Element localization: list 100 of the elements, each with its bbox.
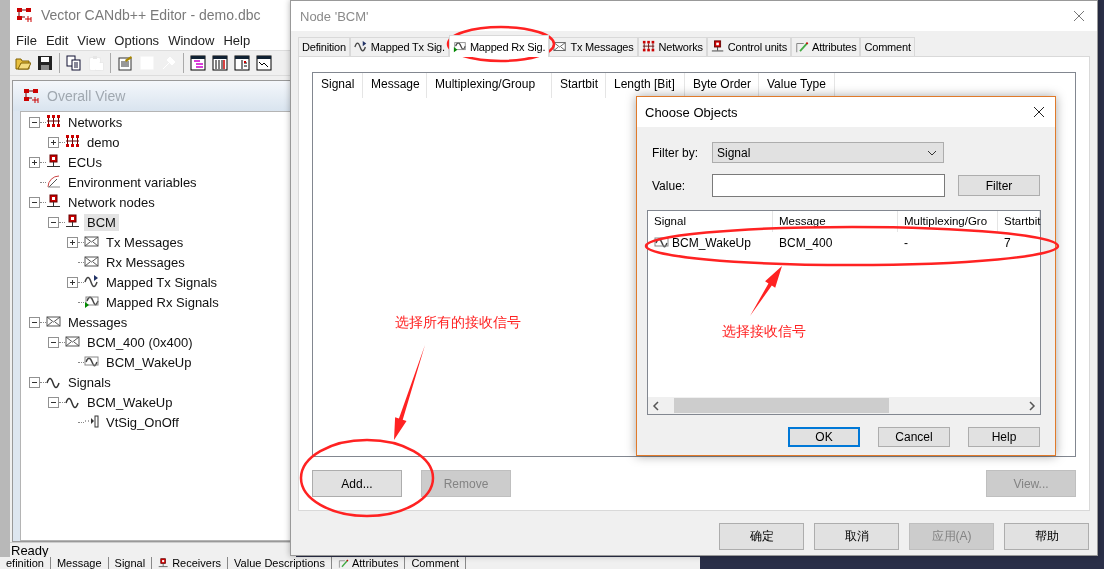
menu-item[interactable]: Edit (43, 32, 76, 48)
tree-item[interactable]: Tx Messages (103, 233, 187, 251)
tab[interactable]: Control units (706, 37, 791, 56)
tab-label: Message (56, 557, 102, 569)
dialog-button[interactable]: OK (788, 427, 860, 447)
tab[interactable]: Comment (860, 37, 915, 56)
network-icon (65, 134, 81, 150)
scroll-left-icon[interactable] (652, 400, 660, 411)
tree-item[interactable]: BCM (84, 213, 119, 231)
menu-item[interactable]: File (14, 32, 44, 48)
tree-item[interactable]: VtSig_OnOff (103, 413, 182, 431)
pencil-icon (337, 557, 349, 569)
envelope-icon (84, 234, 100, 250)
tab[interactable]: efinition (0, 557, 51, 569)
tree-item[interactable]: Rx Messages (103, 253, 188, 271)
tree-item[interactable]: Messages (65, 313, 131, 331)
tree-view-icon[interactable] (190, 55, 206, 71)
open-folder-icon[interactable] (15, 55, 31, 71)
expand-toggle[interactable] (67, 236, 78, 248)
annotation-label: 选择接收信号 (722, 323, 806, 341)
menu-item[interactable]: Help (221, 32, 258, 48)
copy-icon[interactable] (66, 55, 82, 71)
split-view-icon[interactable] (234, 55, 250, 71)
value-table-icon (84, 414, 100, 430)
tree-item[interactable]: Mapped Tx Signals (103, 273, 221, 291)
expand-toggle[interactable] (48, 136, 59, 148)
tab[interactable]: Signal (108, 557, 153, 569)
tree-item[interactable]: Signals (65, 373, 114, 391)
tree-item[interactable]: BCM_400 (0x400) (84, 333, 196, 351)
app-logo-icon (23, 88, 41, 104)
save-icon[interactable] (37, 55, 53, 71)
close-icon[interactable] (1033, 106, 1045, 118)
horizontal-scrollbar[interactable] (648, 397, 1040, 414)
node-icon (46, 154, 62, 170)
column-header[interactable]: Message (363, 73, 427, 98)
menu-item[interactable]: Options (112, 32, 167, 48)
dialog-button[interactable]: Help (968, 427, 1040, 447)
column-header[interactable]: Multiplexing/Group (427, 73, 552, 98)
column-view-icon[interactable] (212, 55, 228, 71)
expand-toggle[interactable] (67, 276, 78, 288)
tab[interactable]: Definition (298, 37, 350, 56)
filter-button[interactable]: Filter (958, 175, 1040, 196)
dialog-button[interactable]: 取消 (814, 523, 899, 550)
envelope-icon (46, 314, 62, 330)
menu-item[interactable]: View (75, 32, 113, 48)
tab[interactable]: Tx Messages (549, 37, 638, 56)
tree-item[interactable]: Networks (65, 113, 126, 131)
tab[interactable]: Mapped Rx Sig. (448, 35, 550, 57)
collapse-toggle[interactable] (29, 116, 40, 128)
scroll-right-icon[interactable] (1028, 400, 1036, 411)
column-header[interactable]: Message (773, 211, 898, 232)
column-header[interactable]: Multiplexing/Gro (898, 211, 998, 232)
signal-wave-icon (353, 40, 368, 54)
node-icon (158, 557, 170, 569)
dialog-button[interactable]: Cancel (878, 427, 950, 447)
tab-label: Receivers (172, 557, 222, 569)
value-field[interactable] (712, 174, 945, 197)
menu-item[interactable]: Window (166, 32, 222, 48)
tab[interactable]: Attributes (331, 557, 406, 569)
column-header[interactable]: Startbit (552, 73, 606, 98)
node-icon (65, 214, 81, 230)
collapse-toggle[interactable] (48, 396, 59, 408)
tab[interactable]: Comment (405, 557, 467, 569)
notepad-icon[interactable] (117, 55, 133, 71)
dialog-button[interactable]: 帮助 (1004, 523, 1089, 550)
dialog-button[interactable]: 确定 (719, 523, 804, 550)
tab[interactable]: Mapped Tx Sig. (349, 37, 449, 56)
tree-item[interactable]: BCM_WakeUp (103, 353, 195, 371)
tree-item[interactable]: Network nodes (65, 193, 158, 211)
envelope-icon (65, 334, 81, 350)
window-title: Vector CANdb++ Editor - demo.dbc (41, 7, 261, 23)
panel-title: Overall View (47, 88, 126, 104)
collapse-toggle[interactable] (29, 196, 40, 208)
node-icon (710, 40, 725, 54)
dialog-button[interactable]: Add... (312, 470, 402, 497)
tab-label: Comment (411, 557, 460, 569)
tab[interactable]: Message (50, 557, 109, 569)
signal-wave-icon (654, 234, 670, 251)
tab[interactable]: Receivers (152, 557, 229, 569)
collapse-toggle[interactable] (48, 336, 59, 348)
column-header[interactable]: Signal (313, 73, 363, 98)
filter-dropdown[interactable]: Signal (712, 142, 944, 163)
tree-item[interactable]: Environment variables (65, 173, 200, 191)
table-cell-text: - (903, 235, 909, 250)
expand-toggle[interactable] (29, 156, 40, 168)
tree-item[interactable]: Mapped Rx Signals (103, 293, 222, 311)
column-header[interactable]: Signal (648, 211, 773, 232)
collapse-toggle[interactable] (29, 376, 40, 388)
tab[interactable]: Attributes (791, 37, 861, 56)
tab-label: Attributes (351, 557, 399, 569)
gauge-icon (46, 174, 62, 190)
collapse-toggle[interactable] (29, 316, 40, 328)
column-header[interactable]: Startbit (998, 211, 1040, 232)
chart-view-icon[interactable] (256, 55, 272, 71)
tab[interactable]: Networks (637, 37, 707, 56)
collapse-toggle[interactable] (48, 216, 59, 228)
tree-item[interactable]: ECUs (65, 153, 105, 171)
tree-item[interactable]: demo (84, 133, 123, 151)
tree-item[interactable]: BCM_WakeUp (84, 393, 176, 411)
chevron-down-icon[interactable] (927, 149, 937, 156)
